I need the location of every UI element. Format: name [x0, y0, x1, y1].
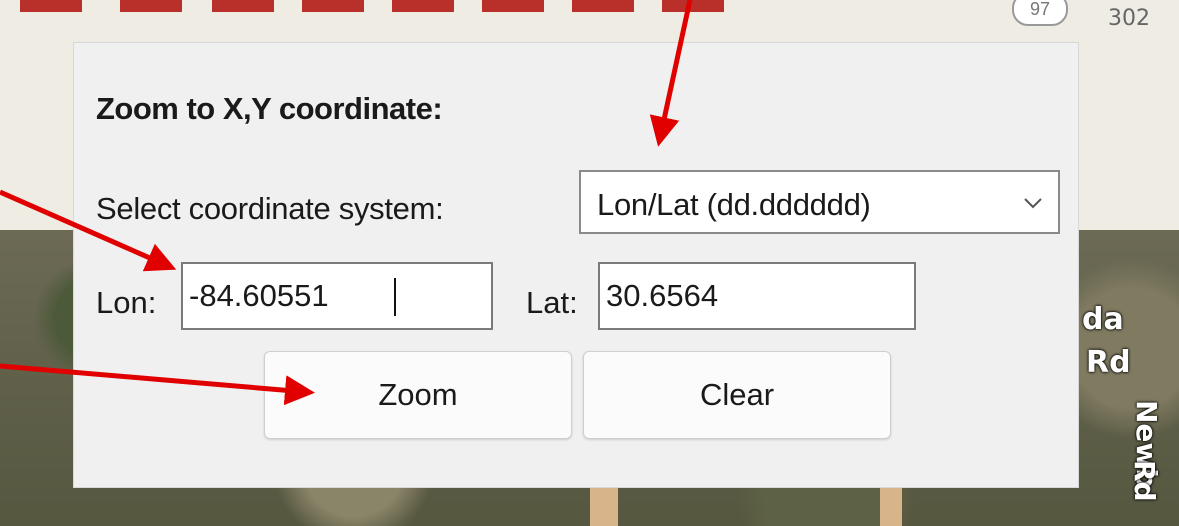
- zoom-to-coordinate-panel: Zoom to X,Y coordinate: Select coordinat…: [73, 42, 1079, 488]
- text-cursor: [394, 278, 396, 316]
- zoom-button[interactable]: Zoom: [264, 351, 572, 439]
- lat-label: Lat:: [526, 285, 578, 320]
- lat-input[interactable]: [598, 262, 916, 330]
- coordinate-system-label: Select coordinate system:: [96, 191, 444, 226]
- coordinate-system-select[interactable]: Lon/Lat (dd.dddddd): [579, 170, 1060, 234]
- lon-label: Lon:: [96, 285, 157, 320]
- coordinate-system-value: Lon/Lat (dd.dddddd): [597, 187, 871, 222]
- chevron-down-icon: [1024, 198, 1042, 209]
- panel-title: Zoom to X,Y coordinate:: [96, 91, 443, 126]
- lon-input[interactable]: [181, 262, 493, 330]
- street-label: da: [1082, 302, 1124, 337]
- street-label: Rd: [1128, 460, 1161, 502]
- road-segment: [880, 486, 902, 526]
- route-label: 302: [1108, 6, 1150, 31]
- map-boundary-line: [0, 0, 760, 14]
- clear-button[interactable]: Clear: [583, 351, 891, 439]
- road-segment: [590, 486, 618, 526]
- street-label: Rd: [1086, 345, 1131, 380]
- route-shield: 97: [1012, 0, 1068, 26]
